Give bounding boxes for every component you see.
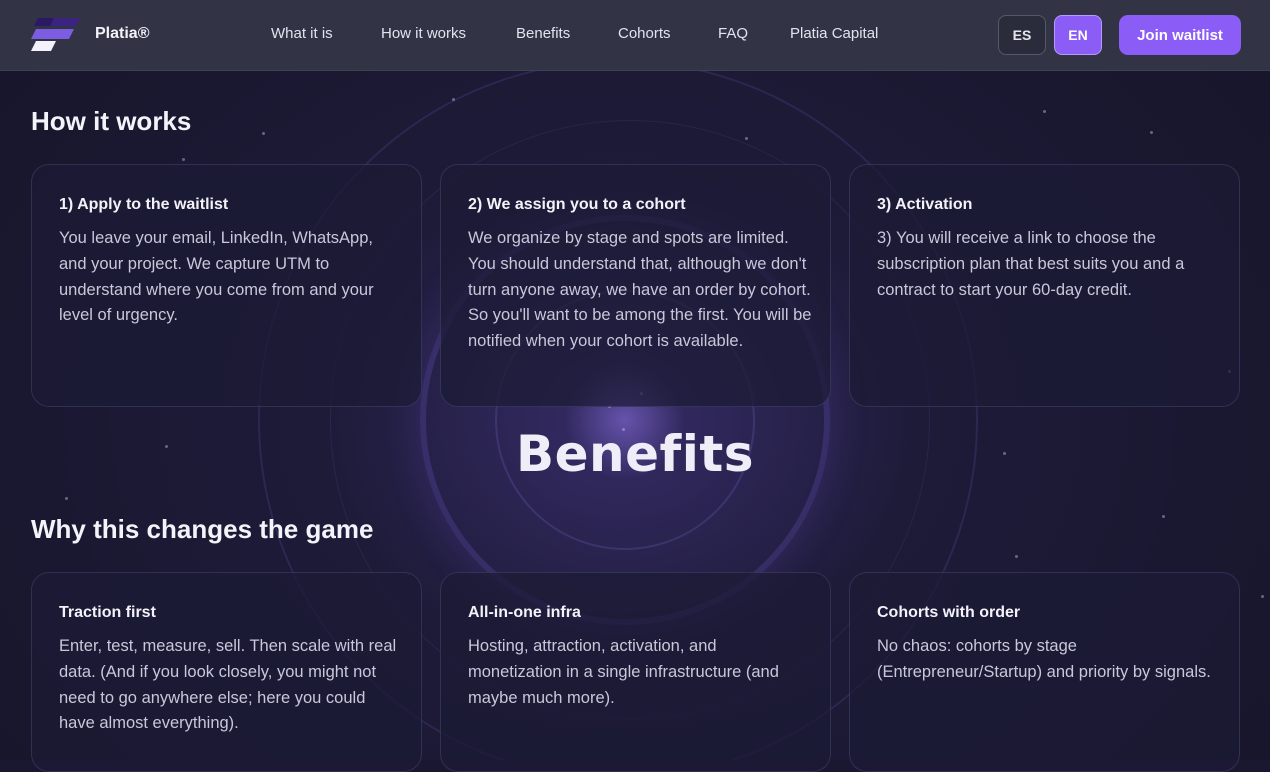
benefit-card-body: No chaos: cohorts by stage (Entrepreneur…	[877, 637, 1211, 681]
step-card: 2) We assign you to a cohort We organize…	[440, 164, 831, 407]
section-title-how-it-works: How it works	[31, 106, 192, 136]
star	[65, 497, 68, 500]
benefit-card-title: All-in-one infra	[468, 604, 581, 621]
platia-logo-icon[interactable]	[30, 17, 82, 53]
star	[262, 132, 265, 135]
nav-link-benefits[interactable]: Benefits	[516, 25, 570, 42]
star	[1162, 515, 1165, 518]
star	[1261, 595, 1264, 598]
step-card-body: You leave your email, LinkedIn, WhatsApp…	[59, 229, 374, 325]
benefit-card-title: Cohorts with order	[877, 604, 1021, 621]
star	[452, 98, 455, 101]
step-card-title: 1) Apply to the waitlist	[59, 196, 229, 213]
language-en-button[interactable]: EN	[1054, 15, 1102, 55]
top-navbar: Platia® What it is How it works Benefits…	[0, 0, 1270, 71]
step-card-body: 3) You will receive a link to choose the…	[877, 229, 1185, 299]
language-es-button[interactable]: ES	[998, 15, 1046, 55]
star	[182, 158, 185, 161]
nav-link-cohorts[interactable]: Cohorts	[618, 25, 671, 42]
star	[1043, 110, 1046, 113]
nav-link-platia-capital[interactable]: Platia Capital	[790, 25, 878, 42]
step-card-body: We organize by stage and spots are limit…	[468, 229, 812, 351]
nav-link-what-it-is[interactable]: What it is	[271, 25, 333, 42]
join-waitlist-button[interactable]: Join waitlist	[1119, 15, 1241, 55]
star	[745, 137, 748, 140]
benefit-card-body: Hosting, attraction, activation, and mon…	[468, 637, 779, 707]
benefit-card-body: Enter, test, measure, sell. Then scale w…	[59, 637, 397, 733]
nav-link-faq[interactable]: FAQ	[718, 25, 748, 42]
nav-link-how-it-works[interactable]: How it works	[381, 25, 466, 42]
benefit-card-title: Traction first	[59, 604, 156, 621]
brand-name[interactable]: Platia®	[95, 25, 149, 43]
star	[1150, 131, 1153, 134]
step-card: 1) Apply to the waitlist You leave your …	[31, 164, 422, 407]
step-card: 3) Activation 3) You will receive a link…	[849, 164, 1240, 407]
benefits-heading: Benefits	[515, 425, 755, 483]
step-card-title: 2) We assign you to a cohort	[468, 196, 686, 213]
benefit-card: Traction first Enter, test, measure, sel…	[31, 572, 422, 772]
benefit-card: Cohorts with order No chaos: cohorts by …	[849, 572, 1240, 772]
star	[1015, 555, 1018, 558]
section-title-why-this-changes: Why this changes the game	[31, 514, 374, 544]
benefit-card: All-in-one infra Hosting, attraction, ac…	[440, 572, 831, 772]
step-card-title: 3) Activation	[877, 196, 973, 213]
